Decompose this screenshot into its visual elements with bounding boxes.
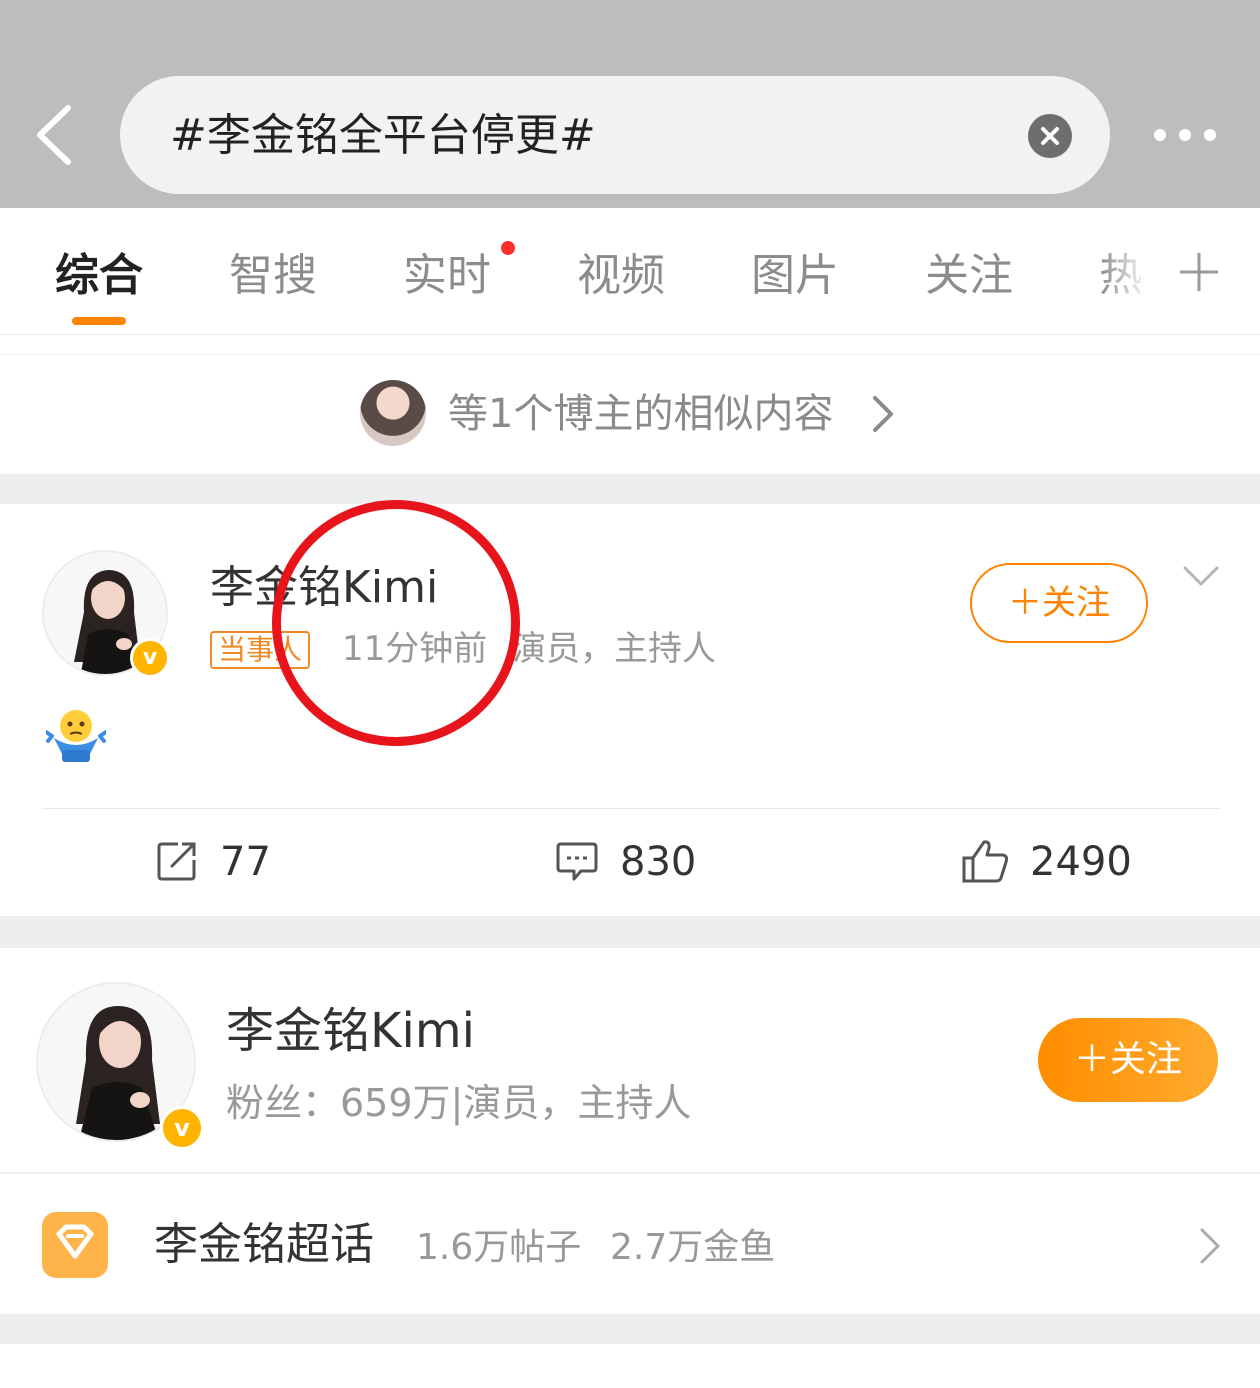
like-icon[interactable]: [962, 838, 1010, 884]
similar-content-label[interactable]: 等1个博主的相似内容: [448, 388, 833, 440]
section-gap: [0, 1314, 1260, 1344]
post-time: 11分钟前: [342, 629, 488, 669]
more-icon[interactable]: [1150, 120, 1220, 150]
follow-button[interactable]: ＋关注: [970, 563, 1148, 643]
author-name[interactable]: 李金铭Kimi: [210, 560, 438, 616]
tab-video[interactable]: 视频: [577, 246, 665, 306]
notification-dot: [501, 241, 515, 255]
repost-icon[interactable]: [156, 840, 198, 882]
back-icon[interactable]: [30, 100, 80, 170]
repost-count[interactable]: 77: [220, 836, 271, 888]
section-gap: [0, 916, 1260, 948]
status-badge: 当事人: [210, 631, 311, 669]
user-name[interactable]: 李金铭Kimi: [226, 1000, 475, 1062]
divider: [0, 1172, 1260, 1174]
super-topic-name[interactable]: 李金铭超话: [154, 1216, 374, 1274]
avatar: [360, 380, 426, 446]
highlight-circle: [272, 500, 520, 746]
tab-fade: [1100, 246, 1170, 306]
tab-general[interactable]: 综合: [55, 246, 143, 306]
follow-button[interactable]: ＋关注: [1038, 1018, 1218, 1102]
active-tab-indicator: [72, 317, 126, 325]
author-description: 演员，主持人: [512, 629, 716, 669]
shrug-emoji-icon: [44, 708, 108, 764]
add-tab-icon[interactable]: [1178, 251, 1220, 293]
search-query[interactable]: #李金铭全平台停更#: [170, 108, 596, 164]
tab-images[interactable]: 图片: [751, 246, 839, 306]
comment-icon[interactable]: [556, 840, 598, 882]
tab-smart-search[interactable]: 智搜: [229, 246, 317, 306]
divider: [42, 808, 1220, 809]
chevron-right-icon[interactable]: [1196, 1226, 1224, 1266]
clear-icon[interactable]: [1028, 114, 1072, 158]
user-fans-info: 粉丝：659万|演员，主持人: [226, 1081, 692, 1125]
like-count[interactable]: 2490: [1030, 836, 1132, 888]
super-topic-goldfish: 2.7万金鱼: [610, 1227, 776, 1268]
tab-following[interactable]: 关注: [925, 246, 1013, 306]
chevron-right-icon: [870, 394, 896, 434]
super-topic-icon: [42, 1212, 108, 1278]
chevron-down-icon[interactable]: [1182, 564, 1220, 588]
verified-badge: v: [160, 1106, 204, 1150]
verified-badge: v: [130, 638, 170, 678]
super-topic-posts: 1.6万帖子: [416, 1227, 582, 1268]
comment-count[interactable]: 830: [620, 836, 696, 888]
tab-realtime[interactable]: 实时: [403, 246, 491, 306]
section-gap: [0, 474, 1260, 504]
